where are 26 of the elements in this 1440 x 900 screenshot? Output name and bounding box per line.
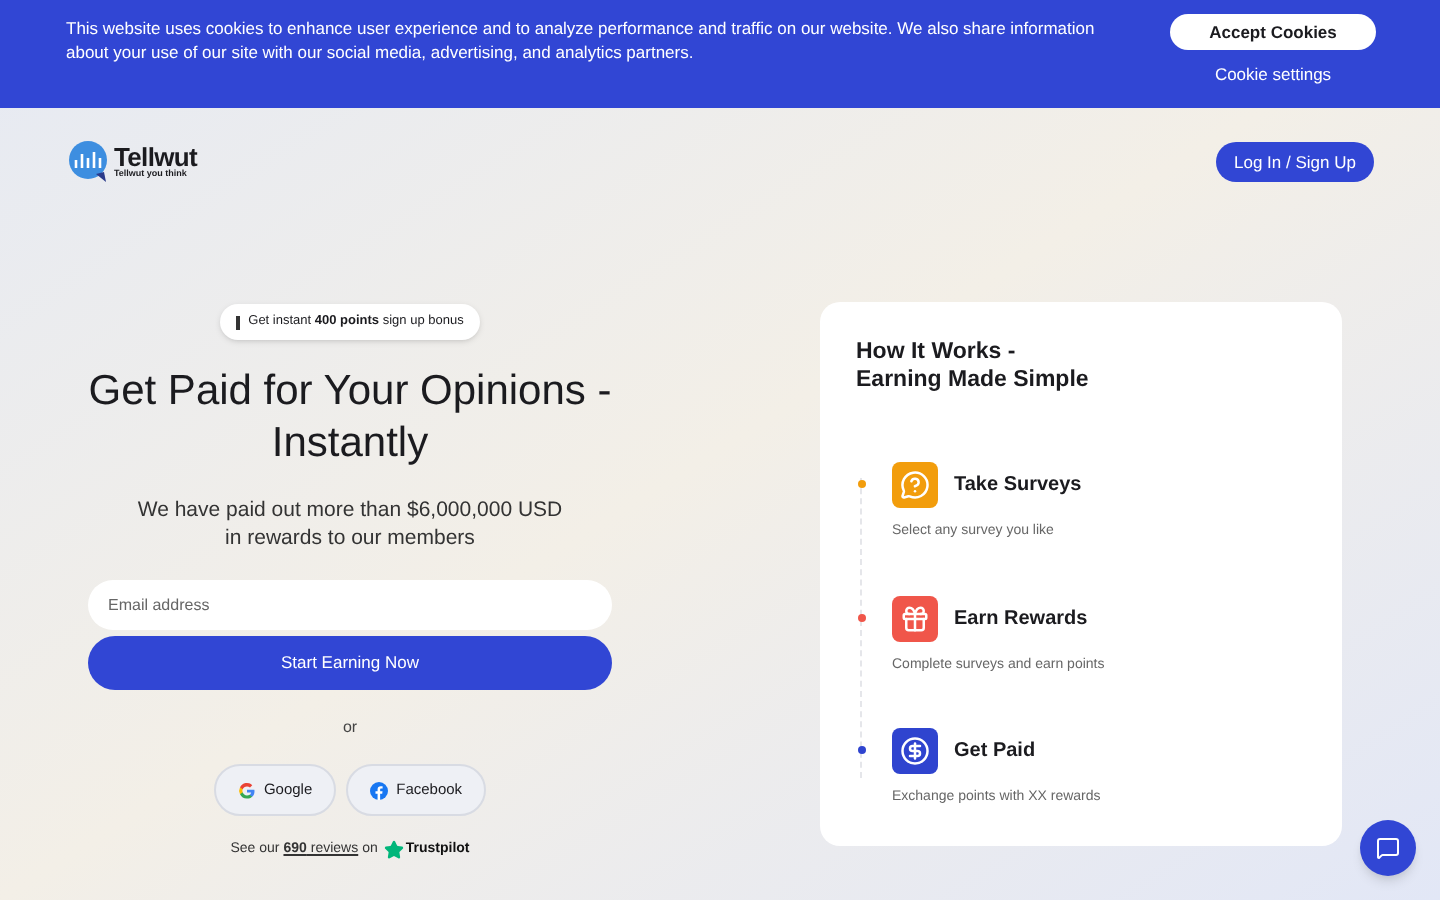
star-icon	[383, 840, 404, 861]
cookie-settings-link[interactable]: Cookie settings	[1214, 62, 1332, 88]
logo-name: Tellwut	[114, 144, 198, 171]
step-title: Take Surveys	[954, 472, 1082, 500]
hero-title: Get Paid for Your Opinions - Instantly	[88, 366, 612, 470]
speech-bubble-question-icon	[900, 470, 930, 500]
hero-subtitle: We have paid out more than $6,000,000 USD	[137, 496, 563, 524]
start-earning-button[interactable]: Start Earning Now	[88, 636, 612, 690]
cookie-message: This website uses cookies to enhance user experience and to analyze performance and traffic on our website. We also share information about your use of our site with our social media, advertising, and analytics partners.	[66, 16, 1097, 64]
bar-icon	[236, 315, 241, 329]
google-g-icon	[237, 781, 256, 799]
dollar-coin-icon	[900, 736, 930, 766]
accept-cookies-button[interactable]: Accept Cookies	[1170, 14, 1376, 50]
step-title: Get Paid	[954, 738, 1036, 766]
chat-bubble-icon	[1376, 836, 1400, 860]
card-title: Earning Made Simple	[856, 366, 1091, 394]
chat-button[interactable]	[1360, 820, 1416, 876]
card-title: How It Works -	[856, 338, 1018, 366]
email-field[interactable]: Email address	[88, 580, 612, 630]
login-signup-button[interactable]: Log In / Sign Up	[1216, 142, 1374, 182]
facebook-f-icon	[370, 781, 389, 799]
or-divider-text: or	[342, 716, 358, 740]
gift-icon	[900, 603, 930, 633]
hero-subtitle: in rewards to our members	[225, 524, 475, 552]
logo-icon	[66, 140, 110, 184]
step-title: Earn Rewards	[954, 605, 1088, 633]
